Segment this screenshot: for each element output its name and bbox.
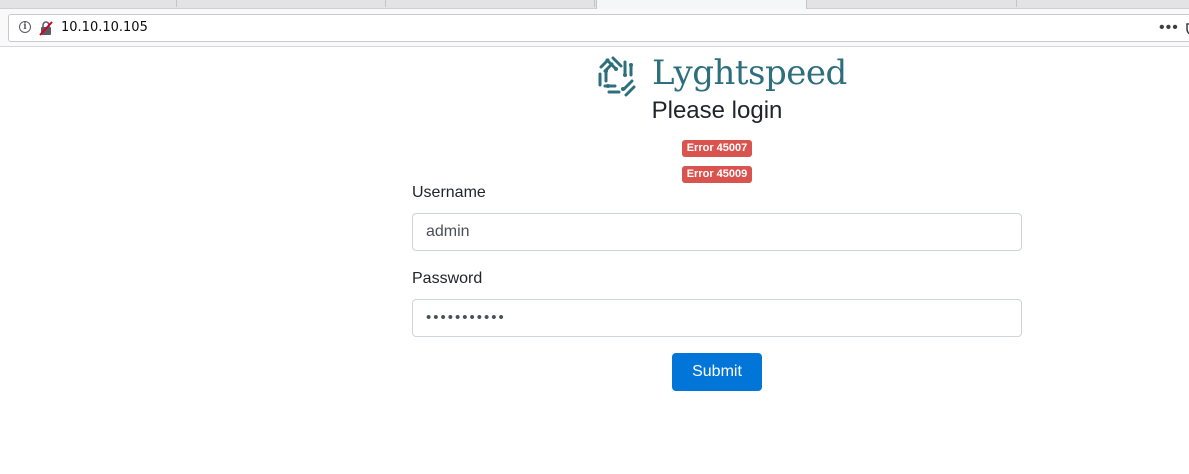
- pocket-icon[interactable]: [1185, 21, 1189, 37]
- more-actions-icon[interactable]: •••: [1159, 20, 1179, 36]
- error-badges: Error 45007 Error 45009: [412, 138, 1022, 190]
- error-badge: Error 45007: [681, 140, 753, 157]
- brand-name: Lyghtspeed: [652, 53, 847, 93]
- browser-tab-strip: [0, 0, 1189, 9]
- browser-toolbar: i 10.10.10.105 •••: [0, 9, 1189, 47]
- username-label: Username: [412, 184, 486, 201]
- error-badge: Error 45009: [681, 166, 753, 183]
- insecure-connection-icon[interactable]: [38, 20, 54, 36]
- brand-logo-icon: [598, 56, 636, 97]
- browser-tab[interactable]: [806, 0, 1017, 7]
- submit-button[interactable]: Submit: [672, 353, 762, 391]
- address-bar[interactable]: i 10.10.10.105 •••: [8, 14, 1189, 42]
- info-icon[interactable]: i: [19, 21, 31, 33]
- password-input[interactable]: •••••••••••: [412, 299, 1022, 337]
- brand: Lyghtspeed: [595, 53, 855, 98]
- browser-tab[interactable]: [0, 0, 177, 7]
- page-title: Please login: [651, 97, 783, 124]
- browser-tab[interactable]: [1017, 0, 1189, 7]
- password-label: Password: [412, 270, 483, 287]
- url-text[interactable]: 10.10.10.105: [61, 20, 148, 35]
- browser-tab[interactable]: [177, 0, 386, 7]
- browser-tab-active[interactable]: [596, 0, 807, 9]
- username-input[interactable]: admin: [412, 213, 1022, 251]
- browser-tab[interactable]: [386, 0, 595, 7]
